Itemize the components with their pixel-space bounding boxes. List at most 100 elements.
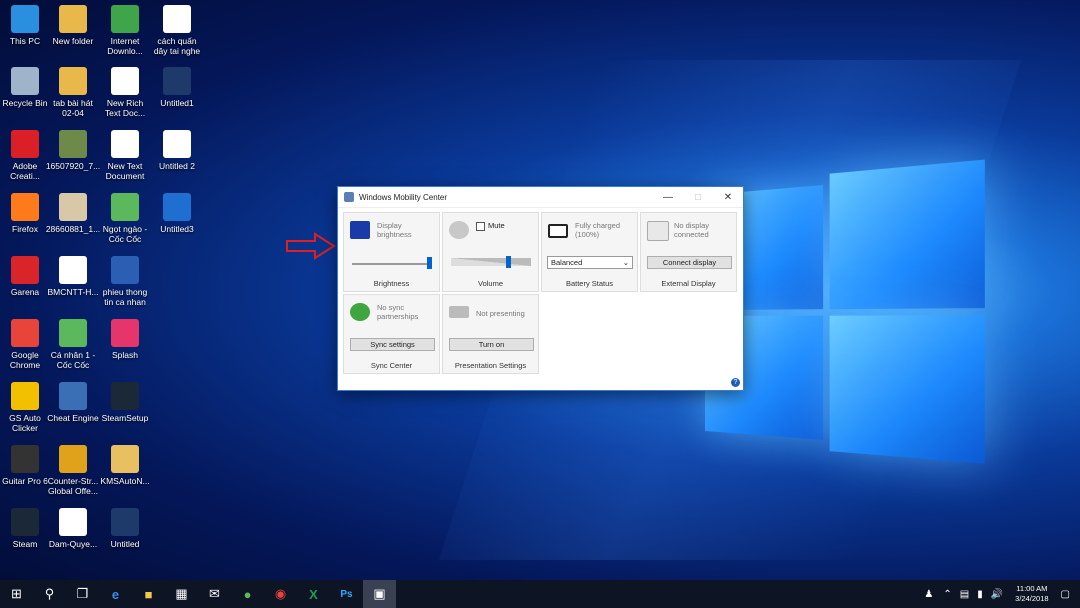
desktop-icon[interactable]: cách quấn dây tai nghe	[149, 5, 205, 56]
desktop-icon[interactable]: Ngọt ngào - Cốc Cốc	[97, 193, 153, 244]
desktop-icon[interactable]: Splash	[97, 319, 153, 360]
power-plan-select[interactable]: Balanced ⌄	[547, 256, 633, 269]
desktop-icon[interactable]: 16507920_7...	[45, 130, 101, 171]
mail-icon[interactable]: ✉	[198, 580, 231, 608]
volume-slider-thumb[interactable]	[506, 256, 511, 268]
clock-time: 11:00 AM	[1015, 584, 1048, 594]
speaker-icon	[449, 221, 469, 239]
desktop-icon[interactable]: Untitled	[97, 508, 153, 549]
tile-brightness: Display brightness Brightness	[343, 212, 440, 292]
battery-footer: Battery Status	[542, 279, 637, 288]
desktop-icon[interactable]: New folder	[45, 5, 101, 46]
desktop-icon[interactable]: phieu thong tin ca nhan	[97, 256, 153, 307]
desktop-icon[interactable]: tab bài hát 02-04	[45, 67, 101, 118]
volume-slider[interactable]	[451, 258, 531, 266]
store-icon[interactable]: ▦	[165, 580, 198, 608]
mute-checkbox[interactable]: Mute	[476, 221, 538, 231]
desktop-icon[interactable]: Untitled3	[149, 193, 205, 234]
desktop-icon-label: New folder	[45, 36, 101, 46]
desktop-app-icon	[11, 508, 39, 536]
battery-tray-icon[interactable]: ▮	[977, 589, 983, 600]
help-icon[interactable]: ?	[731, 378, 740, 387]
start-button[interactable]: ⊞	[0, 580, 33, 608]
photoshop-icon[interactable]: Ps	[330, 580, 363, 608]
window-titlebar[interactable]: Windows Mobility Center — □ ✕	[338, 187, 743, 208]
sync-footer: Sync Center	[344, 361, 439, 370]
desktop-app-icon	[59, 193, 87, 221]
desktop-icon-label: Untitled3	[149, 224, 205, 234]
desktop-icon-label: Untitled	[97, 539, 153, 549]
desktop-app-icon	[111, 445, 139, 473]
desktop-icon[interactable]: Dam-Quye...	[45, 508, 101, 549]
connect-display-button[interactable]: Connect display	[647, 256, 732, 269]
coccoc-icon[interactable]: ●	[231, 580, 264, 608]
edge-icon[interactable]: e	[99, 580, 132, 608]
brightness-slider[interactable]	[352, 263, 432, 265]
sync-text: No sync partnerships	[377, 303, 439, 321]
desktop-icon-label: tab bài hát 02-04	[45, 98, 101, 118]
mobility-center-taskbar-icon[interactable]: ▣	[363, 580, 396, 608]
window-title: Windows Mobility Center	[359, 193, 653, 202]
mute-checkbox-box[interactable]	[476, 222, 485, 231]
desktop-icon[interactable]: Untitled 2	[149, 130, 205, 171]
desktop-icon[interactable]: Counter-Str... Global Offe...	[45, 445, 101, 496]
desktop-icon[interactable]: Cheat Engine	[45, 382, 101, 423]
windows-logo-wallpaper	[705, 159, 993, 481]
tile-external-display: No display connected Connect display Ext…	[640, 212, 737, 292]
brightness-slider-thumb[interactable]	[427, 257, 432, 269]
tile-sync-center: No sync partnerships Sync settings Sync …	[343, 294, 440, 374]
desktop-app-icon	[59, 67, 87, 95]
search-icon[interactable]: ⚲	[33, 580, 66, 608]
desktop-icon[interactable]: BMCNTT-H...	[45, 256, 101, 297]
system-tray: ♟ ⌃ ▤ ▮ 🔊 11:00 AM 3/24/2018 ▢	[918, 580, 1080, 608]
desktop-icon[interactable]: New Text Document	[97, 130, 153, 181]
desktop-icon[interactable]: Untitled1	[149, 67, 205, 108]
desktop-icon-label: Ngọt ngào - Cốc Cốc	[97, 224, 153, 244]
desktop-app-icon	[59, 130, 87, 158]
excel-icon[interactable]: X	[297, 580, 330, 608]
maximize-button[interactable]: □	[683, 187, 713, 207]
battery-text: Fully charged (100%)	[575, 221, 637, 239]
desktop-icon[interactable]: Cá nhân 1 - Cốc Cốc	[45, 319, 101, 370]
desktop-icon-label: Dam-Quye...	[45, 539, 101, 549]
desktop-app-icon	[11, 5, 39, 33]
minimize-button[interactable]: —	[653, 187, 683, 207]
desktop-icon-label: cách quấn dây tai nghe	[149, 36, 205, 56]
desktop-icon-label: Cá nhân 1 - Cốc Cốc	[45, 350, 101, 370]
desktop-icon[interactable]: KMSAutoN...	[97, 445, 153, 486]
desktop-app-icon	[111, 508, 139, 536]
display-brightness-icon	[350, 221, 370, 239]
action-center-icon[interactable]: ▢	[1061, 589, 1070, 600]
desktop-icon-label: BMCNTT-H...	[45, 287, 101, 297]
clock[interactable]: 11:00 AM 3/24/2018	[1015, 584, 1048, 604]
desktop-app-icon	[11, 67, 39, 95]
desktop-app-icon	[11, 256, 39, 284]
network-icon[interactable]: ▤	[960, 589, 969, 600]
desktop-app-icon	[59, 382, 87, 410]
desktop-icon-label: Internet Downlo...	[97, 36, 153, 56]
sync-icon	[350, 303, 370, 321]
desktop-icon[interactable]: SteamSetup	[97, 382, 153, 423]
desktop-icon-label: 28660881_1...	[45, 224, 101, 234]
desktop-icon-label: New Text Document	[97, 161, 153, 181]
chrome-icon[interactable]: ◉	[264, 580, 297, 608]
desktop-app-icon	[111, 256, 139, 284]
desktop-icon[interactable]: 28660881_1...	[45, 193, 101, 234]
sync-settings-button[interactable]: Sync settings	[350, 338, 435, 351]
file-explorer-icon[interactable]: ■	[132, 580, 165, 608]
speaker-tray-icon[interactable]: 🔊	[991, 589, 1003, 600]
tile-presentation: Not presenting Turn on Presentation Sett…	[442, 294, 539, 374]
power-plan-value: Balanced	[551, 258, 582, 267]
show-hidden-icons-chevron-icon[interactable]: ⌃	[943, 589, 951, 600]
close-button[interactable]: ✕	[713, 187, 743, 207]
desktop-icon-label: KMSAutoN...	[97, 476, 153, 486]
people-icon[interactable]: ♟	[924, 589, 933, 600]
desktop-app-icon	[59, 445, 87, 473]
desktop-icon[interactable]: New Rich Text Doc...	[97, 67, 153, 118]
mobility-center-window: Windows Mobility Center — □ ✕ Display br…	[337, 186, 744, 391]
battery-icon	[548, 224, 568, 238]
desktop-app-icon	[59, 508, 87, 536]
task-view-icon[interactable]: ❐	[66, 580, 99, 608]
desktop-icon[interactable]: Internet Downlo...	[97, 5, 153, 56]
turn-on-button[interactable]: Turn on	[449, 338, 534, 351]
